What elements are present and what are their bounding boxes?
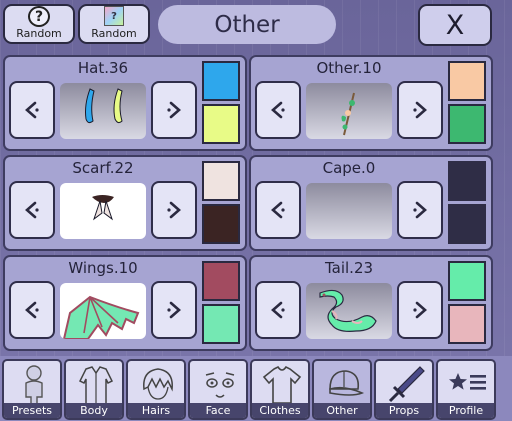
- item-slot-name: Cape.0: [322, 159, 376, 177]
- tab-hairs[interactable]: Hairs: [126, 359, 186, 420]
- scarf-preview-icon: [92, 195, 114, 221]
- tab-label: Props: [376, 403, 432, 418]
- item-slot-hat: Hat.36: [3, 55, 247, 151]
- tab-label: Body: [66, 403, 122, 418]
- tab-label: Hairs: [128, 403, 184, 418]
- bottom-nav: Presets Body Hairs Face Clothes Other Pr…: [0, 356, 512, 421]
- other-preview-icon: [341, 92, 355, 136]
- prev-button[interactable]: [255, 281, 301, 339]
- prev-button[interactable]: [9, 81, 55, 139]
- color-swatch-2: [448, 204, 486, 244]
- close-button[interactable]: X: [418, 4, 492, 46]
- tab-label: Profile: [438, 403, 494, 418]
- item-slot-name: Scarf.22: [72, 159, 134, 177]
- next-button[interactable]: [151, 281, 197, 339]
- prev-button[interactable]: [9, 181, 55, 239]
- item-slot-scarf: Scarf.22: [3, 155, 247, 251]
- page-title: Other: [158, 5, 336, 44]
- chevron-right-icon: [413, 101, 427, 119]
- next-button[interactable]: [397, 281, 443, 339]
- wings-preview-icon: [62, 295, 140, 339]
- color-swatch-1[interactable]: [202, 61, 240, 101]
- tail-preview-icon: [319, 289, 377, 332]
- tab-clothes[interactable]: Clothes: [250, 359, 310, 420]
- tab-label: Other: [314, 403, 370, 418]
- tab-other[interactable]: Other: [312, 359, 372, 420]
- jacket-icon: [78, 366, 114, 406]
- tab-profile[interactable]: Profile: [436, 359, 496, 420]
- prev-button[interactable]: [255, 181, 301, 239]
- tab-presets[interactable]: Presets: [2, 359, 62, 420]
- item-preview[interactable]: [306, 183, 392, 239]
- chevron-left-icon: [271, 201, 285, 219]
- chevron-left-icon: [25, 301, 39, 319]
- chevron-right-icon: [167, 101, 181, 119]
- item-slot-cape: Cape.0: [249, 155, 493, 251]
- color-swatch-2[interactable]: [202, 304, 240, 344]
- hair-icon: [143, 368, 173, 400]
- next-button[interactable]: [151, 81, 197, 139]
- random-current-label: Random: [91, 27, 137, 40]
- item-preview[interactable]: [60, 283, 146, 339]
- chevron-right-icon: [413, 301, 427, 319]
- tab-body[interactable]: Body: [64, 359, 124, 420]
- tab-props[interactable]: Props: [374, 359, 434, 420]
- chevron-left-icon: [271, 301, 285, 319]
- face-icon: [205, 372, 235, 398]
- color-swatch-1[interactable]: [448, 261, 486, 301]
- item-slot-wings: Wings.10: [3, 255, 247, 351]
- color-swatch-2[interactable]: [448, 104, 486, 144]
- color-swatch-1[interactable]: [448, 61, 486, 101]
- tab-label: Face: [190, 403, 246, 418]
- color-swatch-1[interactable]: [202, 161, 240, 201]
- tab-face[interactable]: Face: [188, 359, 248, 420]
- shirt-icon: [262, 365, 302, 404]
- chevron-right-icon: [167, 301, 181, 319]
- next-button[interactable]: [397, 81, 443, 139]
- sword-icon: [388, 366, 425, 403]
- item-preview[interactable]: [60, 183, 146, 239]
- random-all-label: Random: [16, 27, 62, 40]
- color-swatch-2[interactable]: [202, 204, 240, 244]
- prev-button[interactable]: [255, 81, 301, 139]
- cap-icon: [329, 370, 365, 396]
- chevron-left-icon: [25, 101, 39, 119]
- tab-label: Presets: [4, 403, 60, 418]
- next-button[interactable]: [397, 181, 443, 239]
- item-slot-other: Other.10: [249, 55, 493, 151]
- tab-label: Clothes: [252, 403, 308, 418]
- chevron-left-icon: [271, 101, 285, 119]
- random-current-button[interactable]: ? Random: [78, 4, 150, 44]
- hat-preview-icon: [85, 88, 123, 124]
- item-slot-tail: Tail.23: [249, 255, 493, 351]
- item-slot-name: Other.10: [316, 59, 382, 77]
- prev-button[interactable]: [9, 281, 55, 339]
- person-icon: [25, 365, 43, 406]
- color-swatch-1[interactable]: [202, 261, 240, 301]
- random-all-button[interactable]: ? Random: [3, 4, 75, 44]
- item-slot-name: Wings.10: [68, 259, 138, 277]
- item-preview[interactable]: [60, 83, 146, 139]
- item-preview[interactable]: [306, 283, 392, 339]
- star-list-icon: [449, 373, 486, 390]
- chevron-left-icon: [25, 201, 39, 219]
- chevron-right-icon: [167, 201, 181, 219]
- question-icon: ?: [28, 6, 50, 27]
- item-slot-name: Hat.36: [77, 59, 129, 77]
- random-image-icon: ?: [104, 6, 124, 26]
- next-button[interactable]: [151, 181, 197, 239]
- color-swatch-1: [448, 161, 486, 201]
- item-slot-name: Tail.23: [324, 259, 374, 277]
- color-swatch-2[interactable]: [202, 104, 240, 144]
- color-swatch-2[interactable]: [448, 304, 486, 344]
- chevron-right-icon: [413, 201, 427, 219]
- item-preview[interactable]: [306, 83, 392, 139]
- top-bar: ? Random ? Random Other X: [0, 0, 512, 50]
